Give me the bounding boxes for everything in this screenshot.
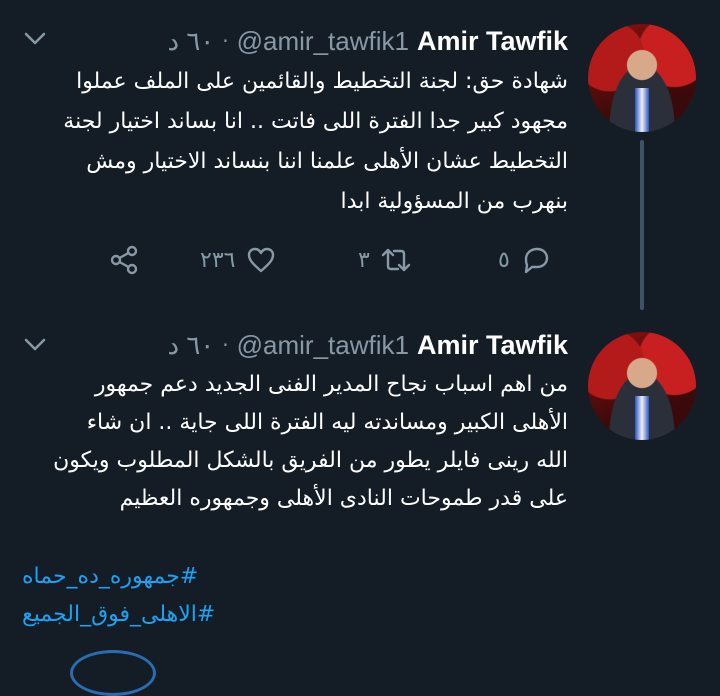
retweet-count: ٣ bbox=[358, 247, 370, 273]
reply-button[interactable]: ٥ bbox=[498, 244, 552, 276]
tweet-actions: ٥ ٣ ٢٣٦ bbox=[0, 244, 720, 284]
next-avatar-edge bbox=[70, 650, 156, 696]
tweet-text: من اهم اسباب نجاح المدير الفنى الجديد دع… bbox=[53, 372, 568, 511]
tweet-header: ٦٠ د · @amir_tawfik1 Amir Tawfik bbox=[168, 24, 568, 58]
avatar[interactable] bbox=[588, 332, 696, 440]
thread-line bbox=[640, 140, 644, 310]
tweet-text: شهادة حق: لجنة التخطيط والقائمين على الم… bbox=[63, 69, 568, 214]
chevron-down-icon[interactable] bbox=[24, 338, 46, 352]
like-icon bbox=[248, 247, 275, 273]
separator-dot: · bbox=[222, 29, 229, 53]
separator-dot: · bbox=[222, 333, 229, 357]
like-count: ٢٣٦ bbox=[200, 247, 236, 273]
user-handle[interactable]: @amir_tawfik1 bbox=[237, 26, 409, 57]
chevron-down-icon[interactable] bbox=[24, 32, 46, 46]
hashtag-list: #جمهوره_ده_حماه #الاهلى_فوق_الجميع bbox=[22, 558, 215, 634]
user-name[interactable]: Amir Tawfik bbox=[417, 330, 568, 361]
user-handle[interactable]: @amir_tawfik1 bbox=[237, 330, 409, 361]
hashtag-link[interactable]: #جمهوره_ده_حماه bbox=[22, 558, 215, 596]
like-button[interactable]: ٢٣٦ bbox=[200, 244, 277, 276]
tweet[interactable]: ٦٠ د · @amir_tawfik1 Amir Tawfik شهادة ح… bbox=[0, 0, 720, 310]
retweet-icon bbox=[381, 248, 411, 272]
user-name[interactable]: Amir Tawfik bbox=[417, 26, 568, 57]
reply-icon bbox=[524, 247, 549, 274]
tweet-header: ٦٠ د · @amir_tawfik1 Amir Tawfik bbox=[168, 328, 568, 362]
timestamp[interactable]: ٦٠ د bbox=[168, 26, 215, 57]
reply-count: ٥ bbox=[498, 247, 510, 273]
retweet-button[interactable]: ٣ bbox=[358, 244, 412, 276]
timestamp[interactable]: ٦٠ د bbox=[168, 330, 215, 361]
tweet[interactable]: ٦٠ د · @amir_tawfik1 Amir Tawfik من اهم … bbox=[0, 310, 720, 696]
avatar[interactable] bbox=[588, 24, 696, 132]
hashtag-link[interactable]: #الاهلى_فوق_الجميع bbox=[22, 596, 215, 634]
share-button[interactable] bbox=[108, 244, 140, 276]
share-icon bbox=[110, 245, 138, 275]
